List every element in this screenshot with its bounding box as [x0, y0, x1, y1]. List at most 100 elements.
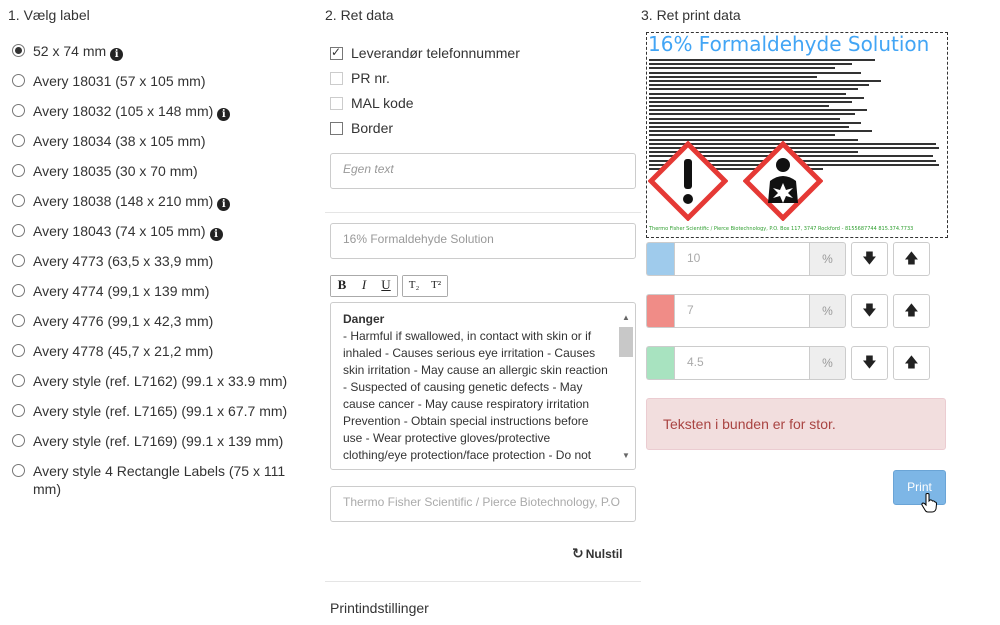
label-radio[interactable]: [12, 164, 25, 177]
preview-text-line: [649, 71, 861, 74]
label-radio[interactable]: [12, 374, 25, 387]
info-icon[interactable]: i: [217, 198, 231, 211]
label-option[interactable]: Avery 18035 (30 x 70 mm): [12, 162, 312, 192]
label-option-text: Avery 18031 (57 x 105 mm): [33, 73, 206, 89]
hazard-text-editor[interactable]: Danger - Harmful if swallowed, in contac…: [330, 302, 636, 470]
supplier-input[interactable]: Thermo Fisher Scientific / Pierce Biotec…: [330, 486, 636, 522]
arrow-down-button[interactable]: 🡇: [851, 294, 888, 328]
color-swatch: [646, 242, 674, 276]
label-radio[interactable]: [12, 134, 25, 147]
checkbox[interactable]: [330, 45, 343, 60]
format-toolbar: B I U T₂ T²: [330, 275, 452, 297]
preview-text-line: [649, 117, 841, 120]
custom-text-input[interactable]: Egen text: [330, 153, 636, 189]
info-icon[interactable]: i: [209, 228, 223, 241]
checkbox-label: MAL kode: [351, 95, 414, 111]
label-option[interactable]: Avery 18038 (148 x 210 mm) i: [12, 192, 312, 222]
label-options: 52 x 74 mm i Avery 18031 (57 x 105 mm) Aver…: [12, 42, 312, 502]
label-radio[interactable]: [12, 434, 25, 447]
editor-scrollbar[interactable]: ▲ ▼: [619, 311, 633, 461]
checkbox[interactable]: [330, 71, 343, 85]
data-checkbox-row[interactable]: PR nr.: [330, 70, 390, 86]
scroll-down-icon[interactable]: ▼: [619, 449, 633, 463]
arrow-up-button[interactable]: 🡅: [893, 294, 930, 328]
preview-text-line: [649, 84, 870, 87]
font-size-row: 7% 🡇 🡅: [646, 294, 930, 328]
arrow-up-button[interactable]: 🡅: [893, 242, 930, 276]
exclamation-pictogram-icon: [648, 141, 728, 221]
label-radio[interactable]: [12, 44, 25, 57]
percent-addon: %: [810, 242, 846, 276]
label-option[interactable]: Avery 4773 (63,5 x 33,9 mm): [12, 252, 312, 282]
label-radio[interactable]: [12, 74, 25, 87]
data-heading: 2. Ret data: [325, 7, 394, 23]
arrow-up-button[interactable]: 🡅: [893, 346, 930, 380]
label-option[interactable]: Avery style (ref. L7169) (99.1 x 139 mm): [12, 432, 312, 462]
label-option-text: Avery 18038 (148 x 210 mm): [33, 193, 214, 209]
reset-button[interactable]: ↻ Nulstil: [572, 546, 622, 562]
preview-title: 16% Formaldehyde Solution: [648, 32, 930, 56]
percent-addon: %: [810, 294, 846, 328]
reset-label: Nulstil: [585, 547, 623, 561]
preview-text-line: [649, 92, 847, 95]
arrow-down-button[interactable]: 🡇: [851, 346, 888, 380]
label-radio[interactable]: [12, 254, 25, 267]
preview-text-line: [649, 63, 852, 66]
scroll-up-icon[interactable]: ▲: [619, 311, 633, 325]
italic-button[interactable]: I: [353, 276, 375, 296]
label-radio[interactable]: [12, 284, 25, 297]
label-radio[interactable]: [12, 464, 25, 477]
label-option[interactable]: Avery 18043 (74 x 105 mm) i: [12, 222, 312, 252]
data-checkbox-row[interactable]: MAL kode: [330, 95, 414, 111]
print-settings-toggle[interactable]: Printindstillinger: [330, 600, 429, 616]
label-option[interactable]: Avery 4776 (99,1 x 42,3 mm): [12, 312, 312, 342]
label-option-text: Avery style 4 Rectangle Labels (75 x 111…: [33, 463, 286, 497]
font-size-input[interactable]: 4.5: [674, 346, 810, 380]
print-button[interactable]: Print: [893, 470, 946, 505]
underline-button[interactable]: U: [375, 276, 397, 296]
divider: [325, 581, 641, 582]
label-option-text: Avery 18043 (74 x 105 mm): [33, 223, 206, 239]
label-option[interactable]: Avery 4774 (99,1 x 139 mm): [12, 282, 312, 312]
divider: [325, 212, 641, 213]
data-checkbox-row[interactable]: Border: [330, 120, 393, 136]
label-option-text: Avery 4773 (63,5 x 33,9 mm): [33, 253, 214, 269]
arrow-down-button[interactable]: 🡇: [851, 242, 888, 276]
label-radio[interactable]: [12, 344, 25, 357]
preview-text-line: [649, 67, 835, 70]
preview-text-line: [649, 121, 861, 124]
label-option[interactable]: Avery 18034 (38 x 105 mm): [12, 132, 312, 162]
data-checkbox-row[interactable]: Leverandør telefonnummer: [330, 45, 520, 61]
label-option[interactable]: Avery 18031 (57 x 105 mm): [12, 72, 312, 102]
checkbox-label: Border: [351, 120, 394, 136]
label-radio[interactable]: [12, 104, 25, 117]
preview-text-line: [649, 126, 850, 128]
label-option[interactable]: Avery style 4 Rectangle Labels (75 x 111…: [12, 462, 312, 502]
label-option[interactable]: 52 x 74 mm i: [12, 42, 312, 72]
preview-text-line: [649, 75, 818, 78]
label-radio[interactable]: [12, 224, 25, 237]
bold-button[interactable]: B: [331, 276, 353, 296]
info-icon[interactable]: i: [217, 108, 231, 121]
subscript-button[interactable]: T₂: [403, 276, 425, 296]
checkbox[interactable]: [330, 121, 343, 135]
checkbox[interactable]: [330, 96, 343, 110]
label-radio[interactable]: [12, 194, 25, 207]
label-option[interactable]: Avery 18032 (105 x 148 mm) i: [12, 102, 312, 132]
superscript-button[interactable]: T²: [425, 276, 447, 296]
preview-text-line: [649, 109, 867, 112]
font-size-input[interactable]: 7: [674, 294, 810, 328]
preview-text-line: [649, 100, 852, 103]
label-radio[interactable]: [12, 314, 25, 327]
label-radio[interactable]: [12, 404, 25, 417]
label-heading: 1. Vælg label: [8, 7, 90, 23]
label-option[interactable]: Avery style (ref. L7165) (99.1 x 67.7 mm…: [12, 402, 312, 432]
label-option-text: Avery 18032 (105 x 148 mm): [33, 103, 214, 119]
info-icon[interactable]: i: [110, 48, 124, 61]
title-input[interactable]: 16% Formaldehyde Solution: [330, 223, 636, 259]
preview-footer: Thermo Fisher Scientific / Pierce Biotec…: [649, 226, 914, 232]
scroll-thumb[interactable]: [619, 327, 633, 357]
label-option[interactable]: Avery 4778 (45,7 x 21,2 mm): [12, 342, 312, 372]
label-option[interactable]: Avery style (ref. L7162) (99.1 x 33.9 mm…: [12, 372, 312, 402]
font-size-input[interactable]: 10: [674, 242, 810, 276]
